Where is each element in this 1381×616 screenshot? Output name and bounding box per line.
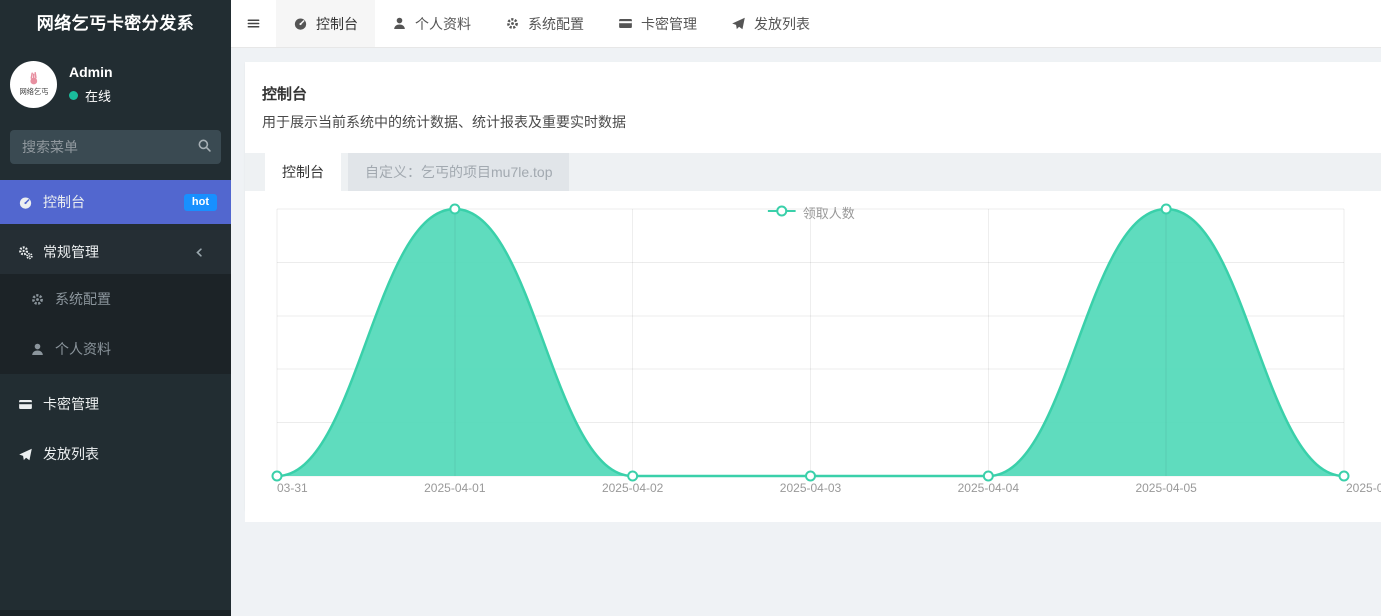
chevron-left-icon	[192, 245, 217, 260]
nav-tab-label: 卡密管理	[641, 14, 697, 34]
dashboard-card: 控制台 用于展示当前系统中的统计数据、统计报表及重要实时数据 控制台自定义：乞丐…	[245, 62, 1381, 510]
nav-tab-label: 发放列表	[754, 14, 810, 34]
credit-card-icon	[618, 16, 633, 31]
page-title: 控制台	[245, 62, 1381, 104]
app-title: 网络乞丐卡密分发系	[0, 0, 231, 48]
sidebar-item-label: 卡密管理	[43, 394, 217, 414]
nav-tab-dashboard[interactable]: 控制台	[276, 0, 375, 47]
nav-tab-label: 控制台	[316, 14, 358, 34]
x-axis-tick-label: 2025-04-03	[780, 481, 841, 495]
sidebar-item-general-manage[interactable]: 常规管理	[0, 230, 231, 274]
x-axis-tick-label: 2025-04-01	[424, 481, 485, 495]
sidebar-item-dashboard[interactable]: 控制台hot	[0, 180, 231, 224]
search-icon	[197, 138, 212, 153]
sidebar-item-dispatch-list[interactable]: 发放列表	[0, 432, 231, 476]
x-axis-tick-label: 03-31	[277, 481, 308, 495]
avatar: 网络乞丐	[10, 61, 57, 108]
user-icon	[30, 342, 45, 357]
legend-line-marker-icon	[768, 204, 796, 221]
content-tab-custom[interactable]: 自定义：乞丐的项目mu7le.top	[348, 153, 569, 191]
chevron-left-icon	[192, 245, 207, 260]
sidebar-submenu: 系统配置个人资料	[0, 274, 231, 374]
sidebar-search	[10, 130, 221, 164]
search-button[interactable]	[197, 138, 212, 153]
chart-panel: 领取人数 03-31 2025-04-01 2025-04-02 2025-04-03…	[245, 191, 1381, 522]
page-subtitle: 用于展示当前系统中的统计数据、统计报表及重要实时数据	[245, 104, 1381, 132]
dashboard-icon	[18, 195, 33, 210]
user-name: Admin	[69, 64, 113, 80]
nav-tab-profile[interactable]: 个人资料	[375, 0, 488, 47]
cogs-icon	[18, 245, 33, 260]
nav-tab-system-config[interactable]: 系统配置	[488, 0, 601, 47]
user-meta: Admin 在线	[69, 64, 113, 105]
sidebar-menu: 控制台hot 常规管理系统配置个人资料卡密管理发放列表	[0, 180, 231, 476]
sidebar: 网络乞丐卡密分发系 网络乞丐 Admin 在线	[0, 0, 231, 616]
dashboard-icon	[293, 16, 308, 31]
content-tab-label: 自定义：乞丐的项目mu7le.top	[365, 162, 552, 182]
nav-tab-label: 个人资料	[415, 14, 471, 34]
nav-tab-card-manage[interactable]: 卡密管理	[601, 0, 714, 47]
content-area: 控制台 用于展示当前系统中的统计数据、统计报表及重要实时数据 控制台自定义：乞丐…	[231, 48, 1381, 616]
sidebar-item-system-config[interactable]: 系统配置	[0, 274, 231, 324]
x-axis-tick-label: 2025-04-02	[602, 481, 663, 495]
gear-icon	[505, 16, 520, 31]
legend-line-marker-icon	[768, 204, 796, 218]
paper-plane-icon	[731, 16, 746, 31]
sidebar-item-label: 发放列表	[43, 444, 217, 464]
sidebar-item-profile[interactable]: 个人资料	[0, 324, 231, 374]
user-status-label: 在线	[85, 86, 111, 105]
navbar-tabs: 控制台 个人资料 系统配置 卡密管理 发放列表	[276, 0, 827, 47]
avatar-label: 网络乞丐	[19, 87, 48, 97]
user-panel: 网络乞丐 Admin 在线	[0, 48, 231, 122]
nav-tab-label: 系统配置	[528, 14, 584, 34]
hand-logo-icon	[27, 72, 41, 85]
gear-icon	[30, 292, 45, 307]
sidebar-item-label: 常规管理	[43, 242, 192, 262]
sidebar-bottom-strip	[0, 610, 231, 616]
credit-card-icon	[18, 397, 33, 412]
user-status: 在线	[69, 86, 113, 105]
user-icon	[392, 16, 407, 31]
x-axis-tick-label: 2025-04-04	[958, 481, 1019, 495]
sidebar-item-card-manage[interactable]: 卡密管理	[0, 382, 231, 426]
x-axis-tick-label: 2025-04-05	[1135, 481, 1196, 495]
search-input[interactable]	[10, 130, 221, 164]
paper-plane-icon	[18, 447, 33, 462]
hamburger-icon	[246, 16, 261, 31]
chart-legend[interactable]: 领取人数	[768, 203, 855, 222]
content-tab-bar: 控制台 自定义：乞丐的项目mu7le.top	[245, 153, 1381, 191]
online-status-dot	[69, 91, 78, 100]
x-axis-tick-label: 2025-04-06	[1346, 481, 1381, 495]
main-region: 控制台 个人资料 系统配置 卡密管理 发放列表 控制台 用于展示当前系统中的统计数据、统…	[231, 0, 1381, 616]
sidebar-item-label: 系统配置	[55, 289, 217, 309]
sidebar-item-label: 个人资料	[55, 339, 217, 359]
claims-area-chart	[245, 191, 1381, 522]
app-root: 网络乞丐卡密分发系 网络乞丐 Admin 在线	[0, 0, 1381, 616]
hot-badge: hot	[184, 194, 217, 211]
top-navbar: 控制台 个人资料 系统配置 卡密管理 发放列表	[231, 0, 1381, 48]
sidebar-item-label: 控制台	[43, 192, 184, 212]
content-tab-label: 控制台	[282, 162, 324, 182]
menu-toggle-button[interactable]	[231, 0, 276, 47]
x-axis-labels: 03-31 2025-04-01 2025-04-02 2025-04-03 2025-…	[245, 481, 1381, 501]
legend-label: 领取人数	[803, 203, 855, 222]
nav-tab-dispatch-list[interactable]: 发放列表	[714, 0, 827, 47]
content-tab-console[interactable]: 控制台	[265, 153, 341, 191]
